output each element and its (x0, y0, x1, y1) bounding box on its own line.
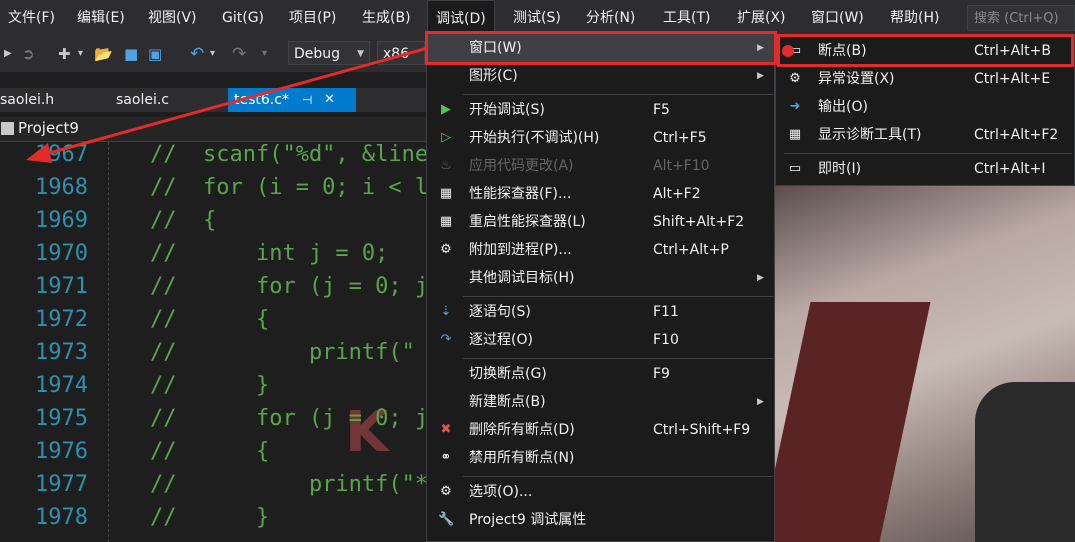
annotation-arrow-icon (26, 46, 429, 163)
